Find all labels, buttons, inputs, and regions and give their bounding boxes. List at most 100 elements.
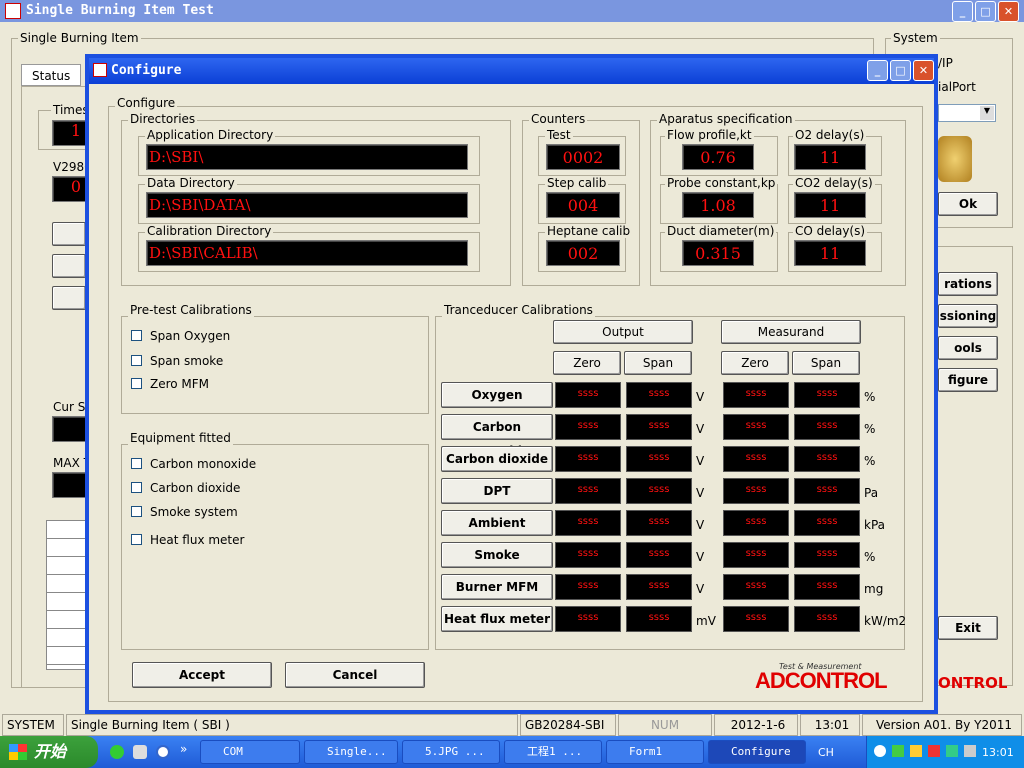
transducer-v2-1[interactable]: ssss <box>626 414 692 440</box>
transducer-v1-1[interactable]: ssss <box>555 414 621 440</box>
transducer-v4-1[interactable]: ssss <box>794 414 860 440</box>
equipment-checkbox-0[interactable] <box>131 458 142 469</box>
taskbar-item-jpg[interactable]: 5.JPG ... <box>402 740 500 764</box>
equipment-checkbox-2[interactable] <box>131 506 142 517</box>
taskbar-item-com[interactable]: COM <box>200 740 300 764</box>
cal-dir-field[interactable]: D:\SBI\CALIB\ <box>146 240 468 266</box>
data-dir-field[interactable]: D:\SBI\DATA\ <box>146 192 468 218</box>
transducer-v4-2[interactable]: ssss <box>794 446 860 472</box>
exit-button[interactable]: Exit <box>938 616 998 640</box>
left-button-1[interactable] <box>52 222 86 246</box>
duct-value[interactable]: 0.315 <box>682 240 754 266</box>
dialog-minimize-button[interactable]: _ <box>867 60 888 81</box>
co-delay-value[interactable]: 11 <box>794 240 866 266</box>
dialog-maximize-button[interactable]: □ <box>890 60 911 81</box>
transducer-row-button-5[interactable]: Smoke <box>441 542 553 568</box>
transducer-v1-7[interactable]: ssss <box>555 606 621 632</box>
tray-app-icon[interactable] <box>946 745 958 757</box>
tray-arrow-icon[interactable] <box>874 745 886 757</box>
test-counter-value[interactable]: 0002 <box>546 144 620 170</box>
quicklaunch-ie-icon[interactable] <box>110 745 124 759</box>
transducer-row-button-7[interactable]: Heat flux meter <box>441 606 553 632</box>
configure-button[interactable]: figure <box>938 368 998 392</box>
probe-value[interactable]: 1.08 <box>682 192 754 218</box>
transducer-v2-5[interactable]: ssss <box>626 542 692 568</box>
transducer-v3-2[interactable]: ssss <box>723 446 789 472</box>
quicklaunch-media-icon[interactable] <box>156 745 170 759</box>
taskbar-item-project[interactable]: 工程1 ... <box>504 740 602 764</box>
maximize-button[interactable]: □ <box>975 1 996 22</box>
measurand-zero-header[interactable]: Zero <box>721 351 789 375</box>
language-indicator[interactable]: CH <box>818 746 834 759</box>
transducer-v4-3[interactable]: ssss <box>794 478 860 504</box>
commissioning-button[interactable]: ssioning <box>938 304 998 328</box>
transducer-v4-6[interactable]: ssss <box>794 574 860 600</box>
pretest-checkbox-2[interactable] <box>131 378 142 389</box>
transducer-v3-1[interactable]: ssss <box>723 414 789 440</box>
transducer-v3-4[interactable]: ssss <box>723 510 789 536</box>
taskbar-item-form1[interactable]: Form1 <box>606 740 704 764</box>
output-header-button[interactable]: Output <box>553 320 693 344</box>
equipment-checkbox-3[interactable] <box>131 534 142 545</box>
calibrations-button[interactable]: rations <box>938 272 998 296</box>
transducer-v4-4[interactable]: ssss <box>794 510 860 536</box>
quicklaunch-chevron-icon[interactable]: » <box>180 742 187 756</box>
transducer-v2-7[interactable]: ssss <box>626 606 692 632</box>
tray-antivirus-icon[interactable] <box>928 745 940 757</box>
heptane-calib-value[interactable]: 002 <box>546 240 620 266</box>
dialog-close-button[interactable]: ✕ <box>913 60 934 81</box>
transducer-v1-6[interactable]: ssss <box>555 574 621 600</box>
minimize-button[interactable]: _ <box>952 1 973 22</box>
measurand-header-button[interactable]: Measurand <box>721 320 861 344</box>
transducer-v4-0[interactable]: ssss <box>794 382 860 408</box>
left-button-3[interactable] <box>52 286 86 310</box>
log-list[interactable] <box>46 520 86 670</box>
transducer-v2-2[interactable]: ssss <box>626 446 692 472</box>
transducer-row-button-1[interactable]: Carbon monoxide <box>441 414 553 458</box>
tab-status[interactable]: Status <box>21 64 81 86</box>
transducer-row-button-3[interactable]: DPT <box>441 478 553 504</box>
quicklaunch-desktop-icon[interactable] <box>133 745 147 759</box>
transducer-v2-0[interactable]: ssss <box>626 382 692 408</box>
transducer-v2-6[interactable]: ssss <box>626 574 692 600</box>
port-select[interactable]: ▼ <box>938 104 996 122</box>
o2-delay-value[interactable]: 11 <box>794 144 866 170</box>
transducer-v2-3[interactable]: ssss <box>626 478 692 504</box>
transducer-v1-0[interactable]: ssss <box>555 382 621 408</box>
flow-value[interactable]: 0.76 <box>682 144 754 170</box>
transducer-row-button-2[interactable]: Carbon dioxide <box>441 446 553 472</box>
transducer-v3-7[interactable]: ssss <box>723 606 789 632</box>
transducer-row-button-0[interactable]: Oxygen <box>441 382 553 408</box>
transducer-v4-7[interactable]: ssss <box>794 606 860 632</box>
measurand-span-header[interactable]: Span <box>792 351 860 375</box>
transducer-v1-4[interactable]: ssss <box>555 510 621 536</box>
transducer-v1-5[interactable]: ssss <box>555 542 621 568</box>
tray-volume-icon[interactable] <box>964 745 976 757</box>
pretest-checkbox-0[interactable] <box>131 330 142 341</box>
transducer-row-button-6[interactable]: Burner MFM <box>441 574 553 600</box>
tools-button[interactable]: ools <box>938 336 998 360</box>
transducer-v3-5[interactable]: ssss <box>723 542 789 568</box>
transducer-v1-3[interactable]: ssss <box>555 478 621 504</box>
tray-network-icon[interactable] <box>892 745 904 757</box>
taskbar-item-configure[interactable]: Configure <box>708 740 806 764</box>
transducer-v1-2[interactable]: ssss <box>555 446 621 472</box>
transducer-v3-3[interactable]: ssss <box>723 478 789 504</box>
pretest-checkbox-1[interactable] <box>131 355 142 366</box>
transducer-v3-0[interactable]: ssss <box>723 382 789 408</box>
accept-button[interactable]: Accept <box>132 662 272 688</box>
transducer-v2-4[interactable]: ssss <box>626 510 692 536</box>
cancel-button[interactable]: Cancel <box>285 662 425 688</box>
close-button[interactable]: ✕ <box>998 1 1019 22</box>
co2-delay-value[interactable]: 11 <box>794 192 866 218</box>
output-zero-header[interactable]: Zero <box>553 351 621 375</box>
transducer-v3-6[interactable]: ssss <box>723 574 789 600</box>
transducer-row-button-4[interactable]: Ambient pressure <box>441 510 553 554</box>
transducer-v4-5[interactable]: ssss <box>794 542 860 568</box>
step-calib-value[interactable]: 004 <box>546 192 620 218</box>
output-span-header[interactable]: Span <box>624 351 692 375</box>
equipment-checkbox-1[interactable] <box>131 482 142 493</box>
app-dir-field[interactable]: D:\SBI\ <box>146 144 468 170</box>
tray-shield-icon[interactable] <box>910 745 922 757</box>
ok-button[interactable]: Ok <box>938 192 998 216</box>
